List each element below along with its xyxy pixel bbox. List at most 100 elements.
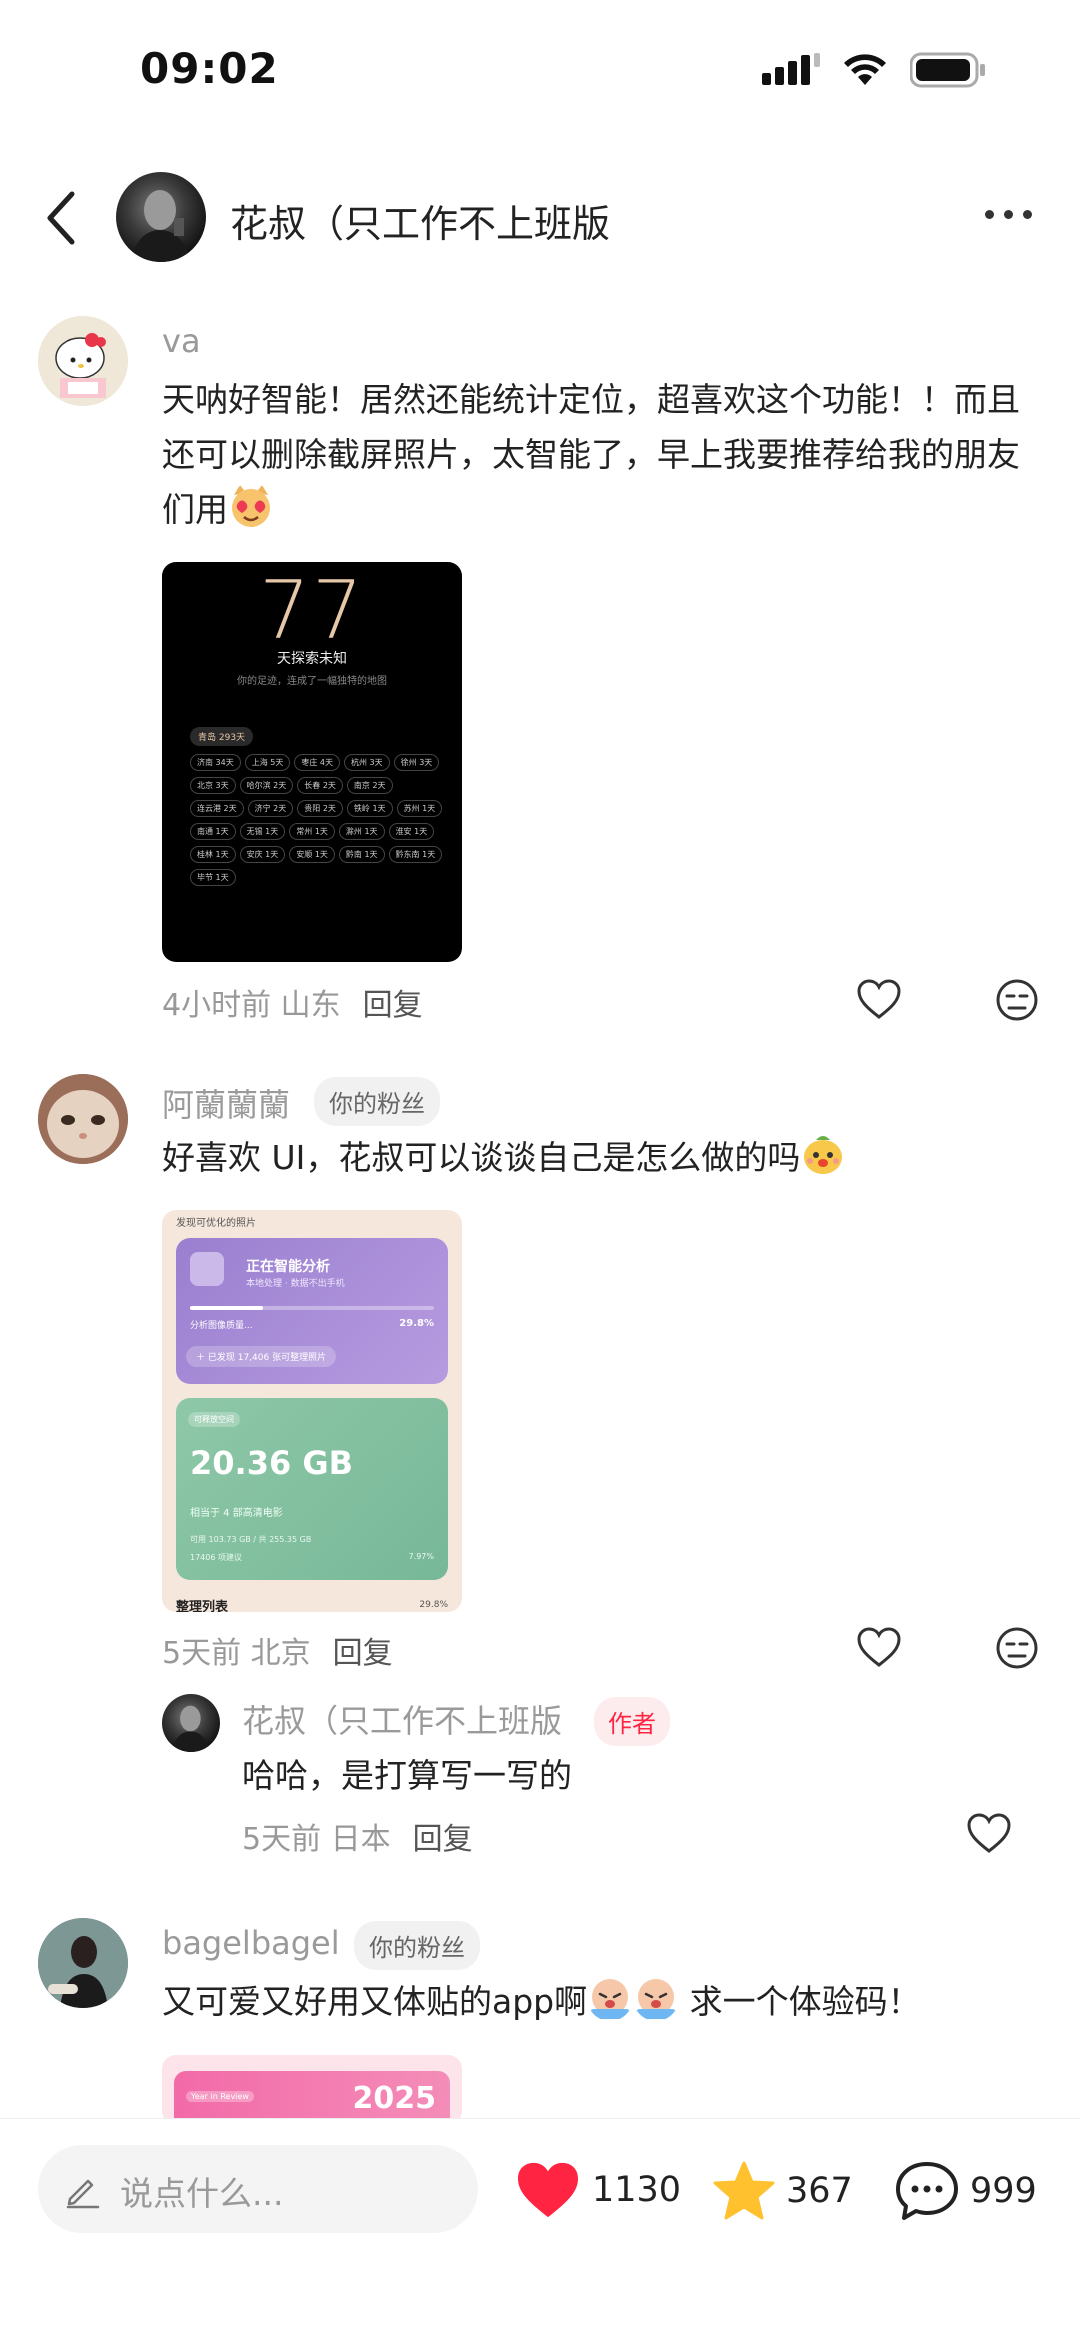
reply-avatar[interactable] [162,1694,220,1752]
avatar[interactable] [38,1918,128,2008]
dislike-face-icon[interactable] [995,1626,1039,1670]
free-space-label: 可释放空间 [188,1412,240,1427]
avatar[interactable] [38,316,128,406]
like-count: 1130 [592,2170,682,2210]
city-chip: 黔南 1天 [338,846,385,863]
analysis-icon [190,1252,224,1286]
city-chip: 贵阳 2天 [297,800,343,817]
reply-author-name[interactable]: 花叔（只工作不上班版 [242,1696,562,1742]
reply-button[interactable]: 回复 [413,1822,473,1857]
commenter-name[interactable]: va [162,322,201,360]
like-heart-icon[interactable] [856,1626,902,1668]
like-button[interactable]: 1130 [514,2160,681,2220]
more-options-button[interactable] [985,210,1032,219]
comment-body: 又可爱又好用又体贴的app啊 [162,1982,588,2021]
hello-kitty-avatar-icon [38,316,128,406]
city-chip-grid: 济南 34天 上海 5天 枣庄 4天 杭州 3天 徐州 3天 北京 3天 哈尔滨 2天 长春 … [190,754,450,886]
city-chip: 淮安 1天 [388,823,435,840]
avatar[interactable] [38,1074,128,1164]
page-title: 花叔（只工作不上班版 [230,202,611,246]
image-big-number: 77 [259,564,365,657]
city-chip: 安顺 1天 [289,846,335,863]
city-chip: 常州 1天 [289,823,335,840]
time-location: 5天前 北京 [162,1636,311,1671]
comment-body: 好喜欢 UI，花叔可以谈谈自己是怎么做的吗 [162,1138,801,1177]
progress-percent: 29.8% [399,1318,434,1329]
reply-meta: 5天前 日本 回复 [242,1814,473,1858]
storage-text: 可用 103.73 GB / 共 255.35 GB [190,1535,312,1544]
storage-card: 可释放空间 20.36 GB 相当于 4 部高清电影 可用 103.73 GB … [176,1398,448,1580]
city-chip: 杭州 3天 [344,754,390,771]
fan-badge: 你的粉丝 [314,1077,440,1126]
input-placeholder: 说点什么... [120,2174,284,2213]
dislike-face-icon[interactable] [995,978,1039,1022]
status-icons [762,52,986,88]
city-chip: 苏州 1天 [396,800,443,817]
back-chevron-icon[interactable] [42,188,82,248]
free-space-size: 20.36 GB [190,1444,354,1482]
reply-text: 哈哈，是打算写一写的 [242,1756,572,1795]
comment-meta: 5天前 北京 回复 [162,1628,393,1672]
comment-text: 天呐好智能！居然还能统计定位，超喜欢这个功能！！而且还可以删除截屏照片，太智能了… [162,372,1042,537]
heart-eyes-cat-emoji-icon [232,485,270,527]
comment-text: 好喜欢 UI，花叔可以谈谈自己是怎么做的吗 [162,1130,1042,1185]
crying-face-emoji-icon [635,1979,678,2019]
city-chip: 黔东南 1天 [388,846,443,863]
reply-button[interactable]: 回复 [333,1636,393,1671]
comment-button[interactable]: 999 [894,2160,1037,2222]
home-city-chip: 青岛 293天 [190,727,254,746]
commenter-name[interactable]: 阿蘭蘭蘭 [162,1080,290,1126]
comment-body: 天呐好智能！居然还能统计定位，超喜欢这个功能！！而且还可以删除截屏照片，太智能了… [162,380,1020,529]
city-chip: 济南 34天 [190,754,241,771]
favorite-count: 367 [786,2171,853,2211]
city-chip: 南京 2天 [346,777,393,794]
analysis-subtitle: 本地处理 · 数据不出手机 [246,1279,345,1289]
comment-count: 999 [970,2171,1037,2211]
city-chip: 济宁 2天 [247,800,294,817]
city-chip: 桂林 1天 [190,846,236,863]
suggest-percent: 7.97% [408,1552,434,1561]
found-chip: ＋ 已发现 17,406 张可整理照片 [186,1346,337,1367]
comment-meta: 4小时前 山东 回复 [162,980,423,1024]
favorite-button[interactable]: 367 [712,2160,853,2222]
city-chip: 徐州 3天 [393,754,440,771]
comment-image[interactable]: 发现可优化的照片 正在智能分析 本地处理 · 数据不出手机 分析图像质量... … [162,1210,462,1612]
comment-text: 又可爱又好用又体贴的app啊 求一个体验码！ [162,1974,1042,2029]
star-filled-icon [713,2161,775,2220]
heart-filled-icon [518,2162,578,2218]
person-avatar-icon [38,1918,128,2008]
author-badge: 作者 [594,1697,670,1746]
image-title: 天探索未知 [277,651,347,667]
list-percent: 29.8% [419,1600,448,1610]
progress-label: 分析图像质量... [190,1321,253,1331]
city-chip: 毕节 1天 [190,869,236,886]
like-heart-icon[interactable] [966,1812,1012,1854]
reply-button[interactable]: 回复 [363,988,423,1023]
comment-image[interactable]: Year in Review 2025 [162,2055,462,2125]
analysis-title: 正在智能分析 [246,1259,330,1275]
city-chip: 无锡 1天 [239,823,286,840]
city-chip: 枣庄 4天 [294,754,341,771]
author-avatar[interactable] [116,172,206,262]
city-chip: 北京 3天 [190,777,236,794]
progress-fill [190,1306,263,1310]
year-review-tag: Year in Review [186,2091,254,2102]
status-time: 09:02 [140,44,279,93]
city-chip: 铁岭 1天 [346,800,393,817]
city-chip: 滁州 1天 [338,823,385,840]
battery-icon [910,52,985,88]
commenter-name[interactable]: bagelbagel [162,1924,340,1962]
equiv-text: 相当于 4 部高清电影 [190,1508,283,1519]
like-heart-icon[interactable] [856,978,902,1020]
city-chip: 长春 2天 [297,777,343,794]
comment-image[interactable]: 77 天探索未知 你的足迹，连成了一幅独特的地图 青岛 293天 济南 34天上… [162,562,462,962]
suggest-count: 17406 项建议 [190,1553,242,1562]
pencil-icon [66,2179,100,2209]
city-chip: 上海 5天 [244,754,291,771]
time-location: 4小时前 山东 [162,988,341,1023]
wifi-icon [844,54,886,85]
cellular-signal-icon [762,53,820,85]
comment-input[interactable]: 说点什么... [38,2145,478,2233]
list-title: 整理列表 [176,1600,229,1612]
city-chip: 连云港 2天 [190,800,244,817]
